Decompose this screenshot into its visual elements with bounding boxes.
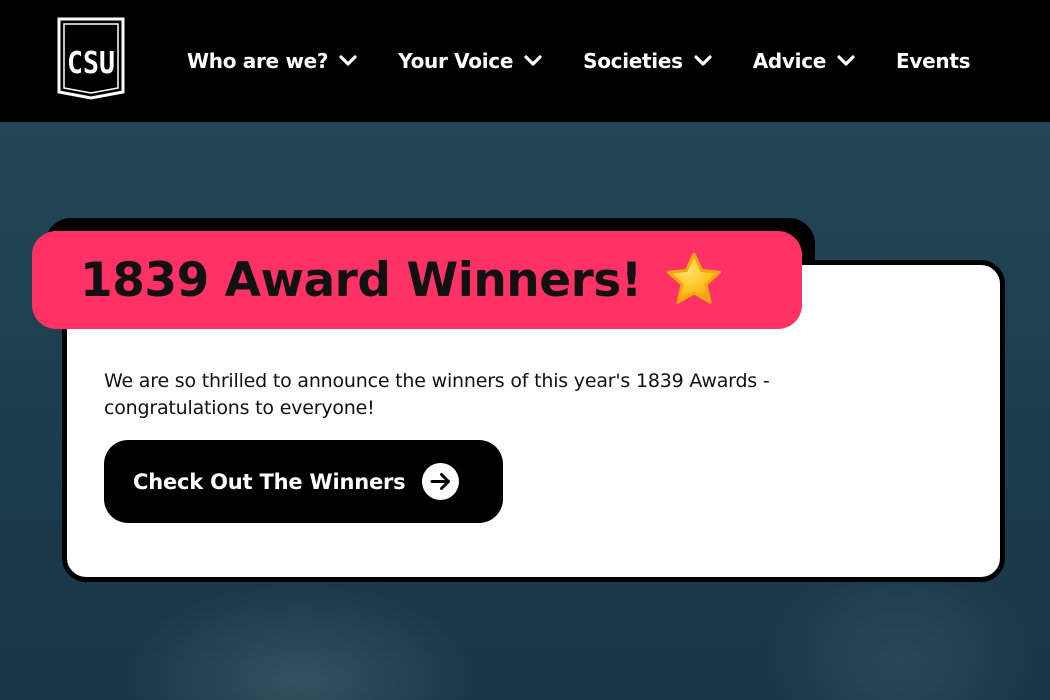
arrow-right-circle-icon [422,463,460,500]
chevron-down-icon [837,55,855,66]
check-out-winners-button[interactable]: Check Out The Winners [104,440,503,523]
nav-societies[interactable]: Societies [583,49,713,73]
announcement-title: 1839 Award Winners! [80,252,642,308]
chevron-down-icon [524,55,542,66]
nav-your-voice[interactable]: Your Voice [398,49,543,73]
announcement-body: We are so thrilled to announce the winne… [104,370,770,419]
chevron-down-icon [694,55,712,66]
button-label: Check Out The Winners [133,469,406,494]
nav-label: Your Voice [398,49,514,73]
nav-events[interactable]: Events [896,49,970,73]
logo-text: CSU [67,46,115,81]
site-header: CSU Who are we? Your Voice Societies Adv… [0,0,1050,122]
nav-advice[interactable]: Advice [753,49,856,73]
chevron-down-icon [339,55,357,66]
announcement-title-banner: 1839 Award Winners! [32,231,802,329]
csu-logo[interactable]: CSU [56,16,126,101]
main-nav: Who are we? Your Voice Societies Advice … [187,0,970,122]
nav-label: Events [896,49,971,73]
nav-who-are-we[interactable]: Who are we? [187,49,358,73]
nav-label: Advice [752,49,827,73]
nav-label: Who are we? [187,49,329,73]
nav-label: Societies [583,49,683,73]
star-icon [666,252,721,304]
